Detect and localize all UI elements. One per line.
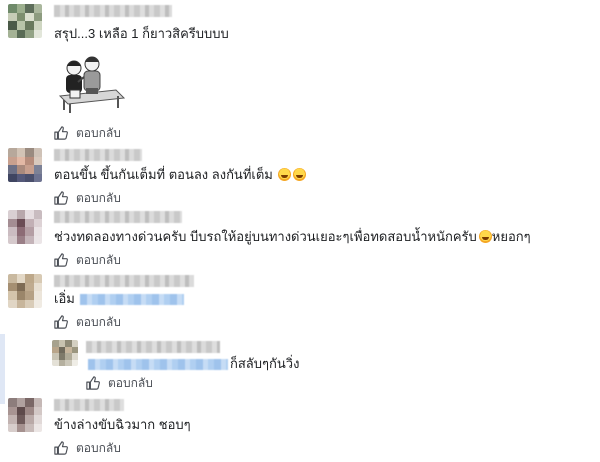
rofl-emoji-icon (278, 168, 292, 181)
comment: ตอนขึ้น ขึ้นกันเต็มที่ ตอนลง ลงกันที่เต็… (8, 148, 600, 208)
reply-button[interactable]: ตอบกลับ (76, 124, 121, 143)
avatar[interactable] (52, 340, 78, 366)
comment: สรุป...3 เหลือ 1 ก็ยาวสิครีบบบบ ตอบกลับ (8, 4, 600, 141)
comment-text-content: ตอนขึ้น ขึ้นกันเต็มที่ ตอนลง ลงกันที่เต็… (54, 167, 273, 182)
comment: ข้างล่างขับฉิวมาก ชอบๆ ตอบกลับ (8, 398, 600, 460)
reply-text: ก็สลับๆกันวิ่ง (86, 356, 299, 372)
reply-button[interactable]: ตอบกลับ (108, 374, 153, 393)
commenter-name-blurred[interactable] (54, 149, 142, 161)
like-icon[interactable] (54, 441, 68, 455)
reply-button[interactable]: ตอบกลับ (76, 189, 121, 208)
comment-actions: ตอบกลับ (54, 125, 121, 141)
comment-actions: ตอบกลับ (54, 314, 121, 330)
comment-text-tail: หยอกๆ (491, 229, 531, 244)
comment: เอิ่ม ตอบกลับ (8, 274, 600, 334)
sticker-image[interactable] (54, 50, 126, 121)
like-icon[interactable] (54, 315, 68, 329)
comment-actions: ตอบกลับ (54, 440, 121, 456)
avatar[interactable] (8, 148, 42, 182)
comment: ช่วงทดลองทางด่วนครับ บีบรถให้อยู่บนทางด่… (8, 210, 600, 270)
comment-text-content: เอิ่ม (54, 291, 75, 306)
comment-text: ช่วงทดลองทางด่วนครับ บีบรถให้อยู่บนทางด่… (54, 229, 531, 245)
thread-indent-bar (0, 334, 5, 404)
reply-button[interactable]: ตอบกลับ (76, 439, 121, 458)
rofl-emoji-icon (293, 168, 307, 181)
reply-button[interactable]: ตอบกลับ (76, 313, 121, 332)
reply-button[interactable]: ตอบกลับ (76, 251, 121, 270)
reply-text-content: ก็สลับๆกันวิ่ง (230, 356, 300, 371)
comment-actions: ตอบกลับ (54, 190, 121, 206)
commenter-name-blurred[interactable] (54, 399, 124, 411)
comment-text-content: ช่วงทดลองทางด่วนครับ บีบรถให้อยู่บนทางด่… (54, 229, 477, 244)
reply: ก็สลับๆกันวิ่ง ตอบกลับ (52, 340, 600, 392)
comment-text: สรุป...3 เหลือ 1 ก็ยาวสิครีบบบบ (54, 26, 229, 41)
comment-text: ตอนขึ้น ขึ้นกันเต็มที่ ตอนลง ลงกันที่เต็… (54, 167, 307, 183)
like-icon[interactable] (54, 191, 68, 205)
like-icon[interactable] (54, 126, 68, 140)
reply-actions: ตอบกลับ (86, 375, 153, 391)
commenter-name-blurred[interactable] (54, 275, 194, 287)
commenter-name-blurred[interactable] (54, 211, 182, 223)
rofl-emoji-icon (478, 230, 492, 243)
comment-text: ข้างล่างขับฉิวมาก ชอบๆ (54, 417, 191, 432)
comment-actions: ตอบกลับ (54, 252, 121, 268)
like-icon[interactable] (86, 376, 100, 390)
commenter-name-blurred[interactable] (86, 341, 220, 353)
like-icon[interactable] (54, 253, 68, 267)
avatar[interactable] (8, 210, 42, 244)
avatar[interactable] (8, 4, 42, 38)
tagged-name-link-blurred[interactable] (88, 359, 228, 371)
tagged-name-link-blurred[interactable] (80, 294, 185, 306)
comment-text: เอิ่ม (54, 291, 186, 307)
avatar[interactable] (8, 274, 42, 308)
avatar[interactable] (8, 398, 42, 432)
commenter-name-blurred[interactable] (54, 5, 172, 17)
